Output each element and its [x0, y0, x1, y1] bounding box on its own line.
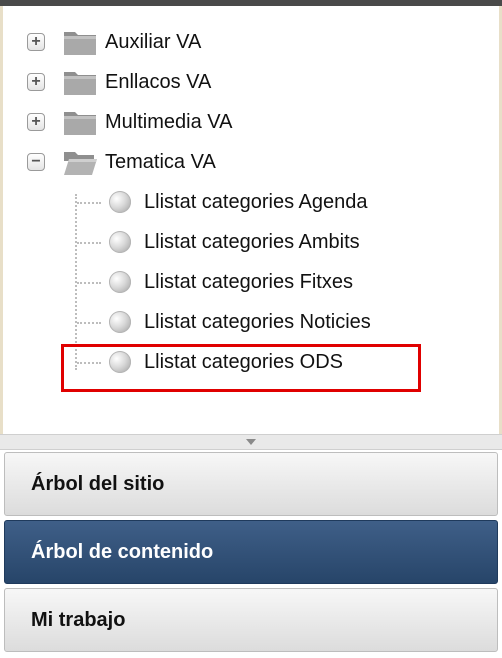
bullet-icon: [109, 191, 131, 213]
tree-folder-label: Auxiliar VA: [105, 30, 202, 53]
tree-folder-label: Tematica VA: [105, 150, 216, 173]
accordion-my-work[interactable]: Mi trabajo: [4, 588, 498, 652]
tree-leaf-label: Llistat categories Fitxes: [144, 270, 353, 293]
folder-icon: [64, 32, 96, 55]
expand-icon[interactable]: +: [27, 113, 45, 131]
folder-open-icon: [64, 152, 97, 175]
bullet-icon: [109, 271, 131, 293]
tree-folder-auxiliar[interactable]: + Auxiliar VA: [3, 22, 463, 62]
tree-folder-label: Enllacos VA: [105, 70, 212, 93]
accordion-content-tree[interactable]: Árbol de contenido: [4, 520, 498, 584]
tree-folder-tematica[interactable]: − Tematica VA: [3, 142, 463, 182]
tree-leaf-label: Llistat categories Noticies: [144, 310, 371, 333]
expand-icon[interactable]: +: [27, 73, 45, 91]
tree-folder-enllacos[interactable]: + Enllacos VA: [3, 62, 463, 102]
bullet-icon: [109, 231, 131, 253]
tree-leaf-label: Llistat categories Agenda: [144, 190, 368, 213]
tree-leaf-agenda[interactable]: Llistat categories Agenda: [3, 182, 463, 222]
tree-folder-multimedia[interactable]: + Multimedia VA: [3, 102, 463, 142]
collapse-icon[interactable]: −: [27, 153, 45, 171]
folder-icon: [64, 72, 96, 95]
accordion-site-tree[interactable]: Árbol del sitio: [4, 452, 498, 516]
folder-icon: [64, 112, 96, 135]
panel-splitter[interactable]: [0, 434, 502, 450]
tree-leaf-noticies[interactable]: Llistat categories Noticies: [3, 302, 463, 342]
highlight-box: [61, 344, 421, 392]
chevron-down-icon: [246, 439, 256, 445]
bullet-icon: [109, 311, 131, 333]
expand-icon[interactable]: +: [27, 33, 45, 51]
tree-folder-label: Multimedia VA: [105, 110, 233, 133]
tree-leaf-fitxes[interactable]: Llistat categories Fitxes: [3, 262, 463, 302]
tree-leaf-ambits[interactable]: Llistat categories Ambits: [3, 222, 463, 262]
tree-panel: + Auxiliar VA + Enllacos VA + Multimedia…: [0, 6, 502, 434]
tree-leaf-label: Llistat categories Ambits: [144, 230, 360, 253]
